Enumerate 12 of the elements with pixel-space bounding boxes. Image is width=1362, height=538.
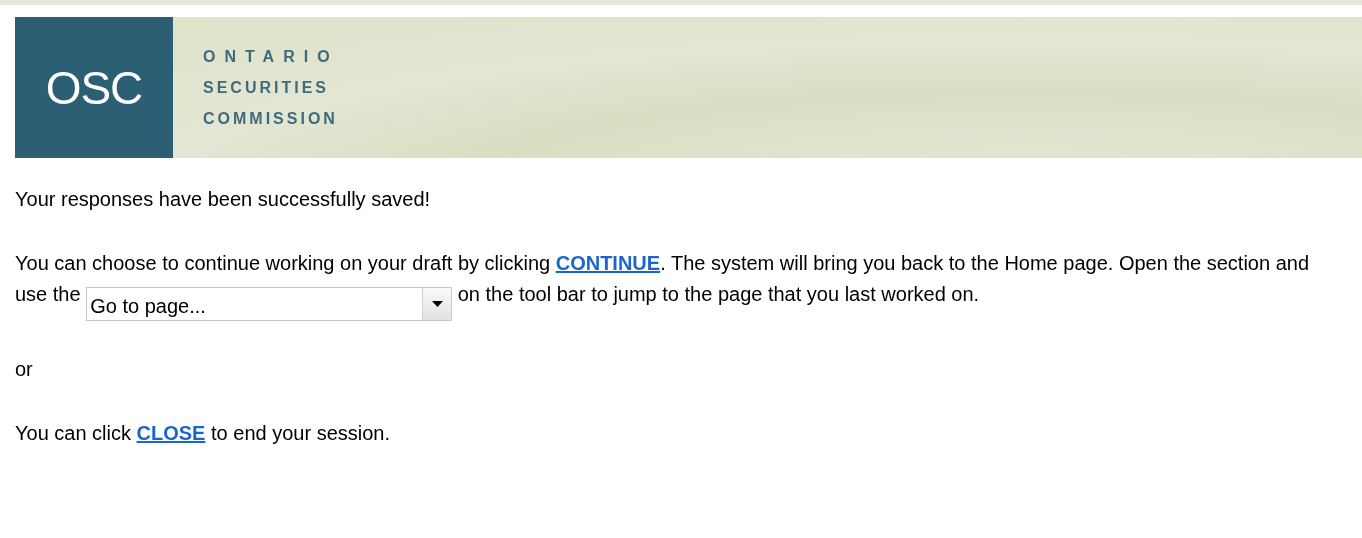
success-message: Your responses have been successfully saved! (15, 187, 432, 212)
page-dropdown[interactable]: Go to page... (86, 287, 453, 321)
close-link[interactable]: CLOSE (136, 422, 206, 444)
logo-text: COMMISSION (203, 108, 339, 129)
dropdown-arrow-icon (431, 301, 443, 307)
logo-text: ONTARIO (203, 46, 339, 67)
logo-text: SECURITIES (203, 77, 330, 98)
separator-text: or (15, 357, 34, 382)
logo-mark: OSC (15, 17, 173, 158)
close-paragraph: You can click CLOSE to end your session. (15, 421, 392, 446)
continue-link[interactable]: CONTINUE (555, 252, 661, 274)
instruction-paragraph: You can choose to continue working on your draft by clicking CONTINUE. The system will bring you back to the Home page. Open the section and use the Go to page... on the tool bar to jump to the page that you last worked on. (15, 248, 1315, 321)
